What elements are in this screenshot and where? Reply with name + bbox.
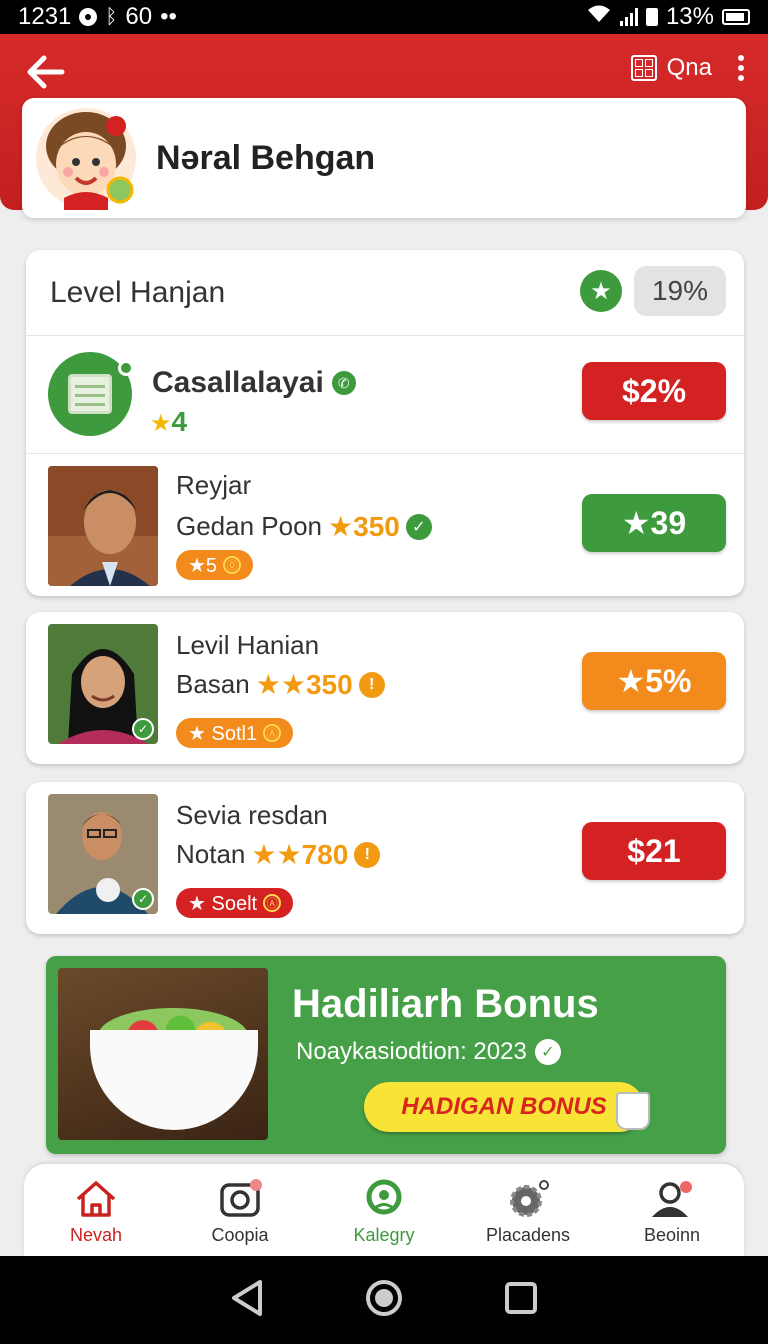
nav-item-category[interactable]: Kalegry [312, 1164, 456, 1256]
bonus-button[interactable]: HADIGAN BONUS [364, 1082, 644, 1132]
person-points: ★★350 [255, 669, 353, 700]
banner-subtitle: Noaykasiodtion: 2023 [296, 1038, 527, 1065]
status-time: 1231 [18, 3, 72, 30]
header-actions: Qna [630, 54, 744, 82]
person-price-button[interactable]: ★39 [582, 494, 726, 552]
verified-check-icon: ✓ [132, 718, 154, 740]
sim-icon [645, 8, 658, 26]
header-action-label[interactable]: Qna [667, 54, 712, 82]
bluetooth-icon: ᛒ [105, 5, 118, 28]
info-icon: ! [354, 841, 381, 868]
person-name: Levil Hanian [176, 630, 320, 660]
nav-label: Placadens [485, 1225, 571, 1245]
person-card[interactable]: ✓ Sevia resdan Notan ★★780 ! ★ Soelt Ⓐ $… [26, 782, 744, 934]
category-price-button[interactable]: $2% [582, 362, 726, 420]
status-bar: 1231 ᛒ 60 •• 13% [0, 0, 768, 34]
person-subtitle: Notan [176, 839, 246, 869]
person-tag-label: ★ Sotl1 [188, 722, 258, 745]
banner-title: Hadiliarh Bonus [292, 982, 599, 1026]
grid-icon[interactable] [630, 55, 657, 81]
person-tag-label: ★ Soelt [188, 892, 258, 915]
person-tag-mark: Ⓐ [263, 894, 282, 912]
cell-signal-icon [619, 8, 638, 26]
nav-label: Coopia [211, 1225, 269, 1245]
star-badge-icon: ★ [580, 270, 622, 312]
person-subtitle-row: Notan ★★780 ! [176, 838, 381, 871]
person-subtitle: Basan [176, 669, 250, 699]
person-points: ★★780 [251, 839, 349, 870]
profile-card[interactable]: Nəral Behgan [22, 98, 746, 218]
wifi-icon [586, 3, 612, 31]
nav-item-camera[interactable]: Coopia [168, 1164, 312, 1256]
list-item[interactable]: Reyjar Gedan Poon ★350 ✓ ★5 ⓪ ★39 [26, 458, 744, 598]
bottom-nav: Nevah Coopia Kalegry Placadens Beoinn [24, 1164, 744, 1256]
cup-icon [616, 1092, 650, 1130]
category-title-wrap: Casallalayai ✆ [152, 366, 356, 400]
info-icon: ! [358, 671, 385, 698]
verified-check-icon: ✓ [132, 888, 154, 910]
person-photo: ✓ [48, 624, 158, 744]
food-bowl-image [58, 968, 268, 1140]
camera-icon [218, 1179, 262, 1219]
status-battery-text: 13% [665, 3, 714, 30]
level-percent-badge: 19% [634, 266, 726, 316]
calendar-icon [48, 352, 134, 436]
person-tag-mark: ⓪ [223, 556, 242, 574]
person-points: ★350 [328, 511, 400, 542]
bonus-banner[interactable]: Hadiliarh Bonus Noaykasiodtion: 2023 ✓ H… [46, 956, 726, 1154]
profile-name: Nəral Behgan [156, 138, 376, 177]
more-options-icon[interactable] [738, 55, 744, 81]
back-arrow-icon[interactable] [26, 52, 66, 92]
person-price-button[interactable]: ★5% [582, 652, 726, 710]
check-circle-icon: ✓ [534, 1039, 561, 1065]
gear-icon [506, 1179, 550, 1219]
nav-label: Kalegry [353, 1225, 415, 1245]
nav-item-profile[interactable]: Beoinn [600, 1164, 744, 1256]
nav-label: Nevah [69, 1225, 123, 1245]
profile-icon [650, 1179, 694, 1219]
home-circle-icon[interactable] [364, 1278, 404, 1323]
category-row[interactable]: Casallalayai ✆ ★4 $2% [26, 336, 744, 454]
status-signal-value: 60 [125, 3, 153, 30]
location-icon [362, 1179, 406, 1219]
home-icon [74, 1179, 118, 1219]
battery-icon [722, 9, 750, 25]
status-dots: •• [160, 3, 177, 30]
person-tag: ★ Sotl1 Ⓐ [176, 718, 294, 748]
person-tag: ★5 ⓪ [176, 550, 254, 580]
person-price-button[interactable]: $21 [582, 822, 726, 880]
person-subtitle-row: Basan ★★350 ! [176, 668, 385, 701]
person-name: Reyjar [176, 470, 252, 500]
nav-label: Beoinn [643, 1225, 701, 1245]
category-title: Casallalayai [152, 366, 324, 399]
person-subtitle-row: Gedan Poon ★350 ✓ [176, 510, 432, 543]
person-subtitle: Gedan Poon [176, 511, 323, 541]
person-tag-label: ★5 [188, 554, 218, 577]
person-name: Sevia resdan [176, 800, 328, 830]
person-photo: ✓ [48, 794, 158, 914]
person-tag: ★ Soelt Ⓐ [176, 888, 294, 918]
system-nav-bar [0, 1256, 768, 1344]
banner-subtitle-row: Noaykasiodtion: 2023 ✓ [296, 1038, 561, 1066]
verified-check-icon: ✓ [405, 513, 432, 540]
level-title: Level Hanjan [50, 276, 226, 309]
category-rating: ★4 [150, 406, 187, 438]
level-header-row: Level Hanjan ★ 19% [26, 250, 744, 336]
back-icon[interactable] [230, 1279, 264, 1322]
notification-icon [79, 8, 98, 26]
person-tag-mark: Ⓐ [263, 724, 282, 742]
person-photo [48, 466, 158, 586]
category-rating-value: 4 [171, 406, 188, 437]
nav-item-home[interactable]: Nevah [24, 1164, 168, 1256]
recents-icon[interactable] [504, 1281, 538, 1320]
phone-icon: ✆ [331, 371, 356, 395]
avatar [34, 106, 138, 210]
level-card: Level Hanjan ★ 19% Casallalayai ✆ ★4 $2%… [26, 250, 744, 596]
star-icon: ★ [150, 410, 172, 437]
person-card[interactable]: ✓ Levil Hanian Basan ★★350 ! ★ Sotl1 Ⓐ ★… [26, 612, 744, 764]
nav-item-places[interactable]: Placadens [456, 1164, 600, 1256]
